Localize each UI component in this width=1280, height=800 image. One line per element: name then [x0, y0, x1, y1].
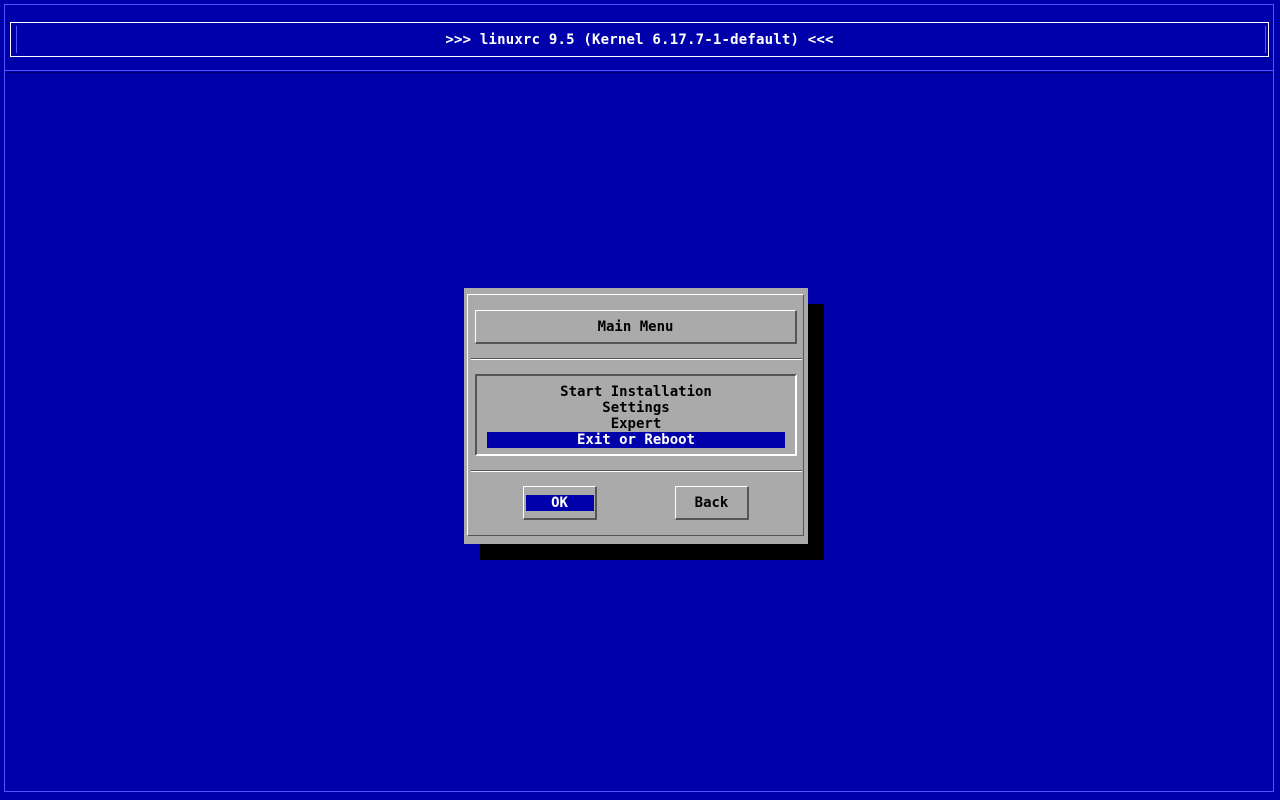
header-title: >>> linuxrc 9.5 (Kernel 6.17.7-1-default… — [445, 31, 834, 48]
main-menu-dialog: Main Menu Start Installation Settings Ex… — [464, 288, 808, 544]
ok-button-label: OK — [525, 494, 594, 511]
menu-item-settings[interactable]: Settings — [487, 400, 785, 416]
dialog-title-box: Main Menu — [475, 310, 797, 344]
menu-item-exit-or-reboot[interactable]: Exit or Reboot — [487, 432, 785, 448]
header-bar: >>> linuxrc 9.5 (Kernel 6.17.7-1-default… — [10, 22, 1269, 57]
back-button-label: Back — [694, 494, 729, 511]
header-separator — [5, 70, 1273, 71]
menu-list-box: Start Installation Settings Expert Exit … — [475, 374, 797, 456]
menu-item-expert[interactable]: Expert — [487, 416, 785, 432]
menu-item-start-installation[interactable]: Start Installation — [487, 384, 785, 400]
dialog-separator-top — [471, 358, 802, 360]
back-button[interactable]: Back — [675, 486, 749, 520]
menu-list: Start Installation Settings Expert Exit … — [487, 384, 785, 448]
ok-button[interactable]: OK — [523, 486, 597, 520]
dialog-title: Main Menu — [597, 318, 674, 335]
dialog-separator-bottom — [471, 470, 802, 472]
